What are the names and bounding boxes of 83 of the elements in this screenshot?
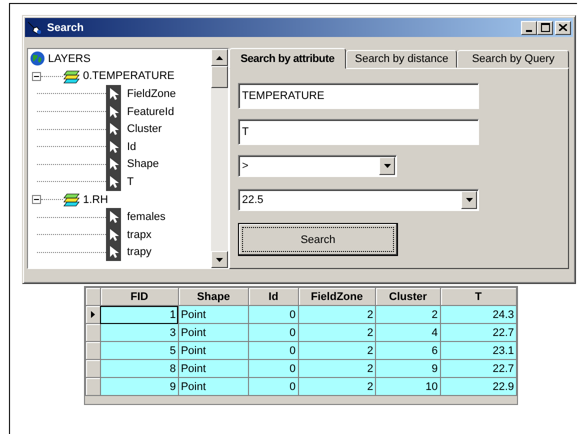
table-cell: 10 <box>376 378 440 396</box>
dropdown-arrow-icon <box>466 198 472 202</box>
field-item[interactable]: trapy <box>127 246 152 258</box>
tab[interactable]: Search by Query <box>457 50 570 68</box>
table-cell: 6 <box>376 342 440 360</box>
field-item[interactable]: T <box>127 176 134 188</box>
maximize-icon <box>540 23 550 32</box>
field-item[interactable]: FieldZone <box>127 88 176 100</box>
search-button[interactable]: Search <box>238 223 398 256</box>
column-header[interactable]: Shape <box>178 288 249 306</box>
table-cell: Point <box>178 306 249 324</box>
pointer-icon <box>106 172 121 191</box>
pointer-icon <box>106 208 121 226</box>
scroll-down-button[interactable] <box>211 251 228 268</box>
window-title: Search <box>47 22 85 34</box>
collapse-icon[interactable] <box>32 195 41 204</box>
field-item[interactable]: FeatureId <box>127 106 174 118</box>
globe-icon <box>30 51 45 66</box>
up-arrow-icon <box>216 56 223 60</box>
table-cell: 0 <box>248 378 298 396</box>
table-cell: 2 <box>298 342 376 360</box>
close-icon <box>559 24 567 31</box>
layers-icon <box>63 192 80 208</box>
table-cell: 0 <box>248 306 298 324</box>
field-item[interactable]: trapx <box>127 228 152 241</box>
table-cell: 22.7 <box>440 324 516 342</box>
pointer-icon <box>106 243 121 262</box>
field-item[interactable]: Cluster <box>127 123 162 136</box>
minimize-icon <box>526 30 532 32</box>
table-cell: 24.3 <box>440 306 516 324</box>
row-header[interactable] <box>86 306 100 324</box>
table-cell: 9 <box>100 378 178 396</box>
table-cell: Point <box>178 342 249 360</box>
pointer-icon <box>106 84 121 103</box>
layer-item[interactable]: 0.TEMPERATURE <box>83 70 174 82</box>
column-header[interactable]: FID <box>100 288 178 306</box>
table-cell: Point <box>178 324 249 342</box>
table-cell: 4 <box>376 324 440 342</box>
collapse-icon[interactable] <box>32 72 41 81</box>
field-item[interactable]: Id <box>127 140 136 153</box>
table-cell: 2 <box>298 306 376 324</box>
table-cell: 0 <box>248 360 298 378</box>
attribute-input-field[interactable]: T <box>238 119 479 145</box>
tree-root-label[interactable]: LAYERS <box>48 52 91 65</box>
table-cell: 1 <box>100 306 178 324</box>
table-cell: 5 <box>100 342 178 360</box>
minimize-button[interactable] <box>521 20 537 34</box>
layers-icon <box>63 68 80 84</box>
table-cell: 0 <box>248 324 298 342</box>
table-cell: Point <box>178 360 249 378</box>
operator-dropdown[interactable]: > <box>238 155 397 177</box>
scroll-up-button[interactable] <box>211 49 228 66</box>
table-cell: Point <box>178 378 249 396</box>
table-cell: 2 <box>298 324 376 342</box>
layer-item[interactable]: 1.RH <box>83 194 108 206</box>
table-cell: 0 <box>248 342 298 360</box>
table-cell: 23.1 <box>440 342 516 360</box>
table-cell: 2 <box>298 360 376 378</box>
column-header[interactable]: Id <box>248 288 298 306</box>
tab[interactable]: Search by attribute <box>229 48 346 69</box>
value-combo-box[interactable]: 22.5 <box>238 189 479 211</box>
close-button[interactable] <box>555 20 571 34</box>
scrollbar[interactable] <box>211 49 228 268</box>
table-cell: 2 <box>298 378 376 396</box>
table-cell: 9 <box>376 360 440 378</box>
table-cell: 22.9 <box>440 378 516 396</box>
app-icon <box>27 20 43 34</box>
current-row-icon <box>90 310 95 318</box>
column-header[interactable]: Cluster <box>376 288 440 306</box>
table-cell: 8 <box>100 360 178 378</box>
tab[interactable]: Search by distance <box>346 50 458 68</box>
table-cell: 22.7 <box>440 360 516 378</box>
dropdown-arrow-icon <box>384 164 390 168</box>
column-header[interactable]: T <box>440 288 516 306</box>
field-item[interactable]: Shape <box>127 158 159 170</box>
down-arrow-icon <box>216 258 223 262</box>
scroll-thumb[interactable] <box>211 66 228 88</box>
maximize-button[interactable] <box>537 20 553 34</box>
field-item[interactable]: females <box>127 211 166 224</box>
table-cell: 2 <box>376 306 440 324</box>
layer-input-field[interactable]: TEMPERATURE <box>238 83 479 109</box>
table-cell: 3 <box>100 324 178 342</box>
column-header[interactable]: FieldZone <box>298 288 376 306</box>
